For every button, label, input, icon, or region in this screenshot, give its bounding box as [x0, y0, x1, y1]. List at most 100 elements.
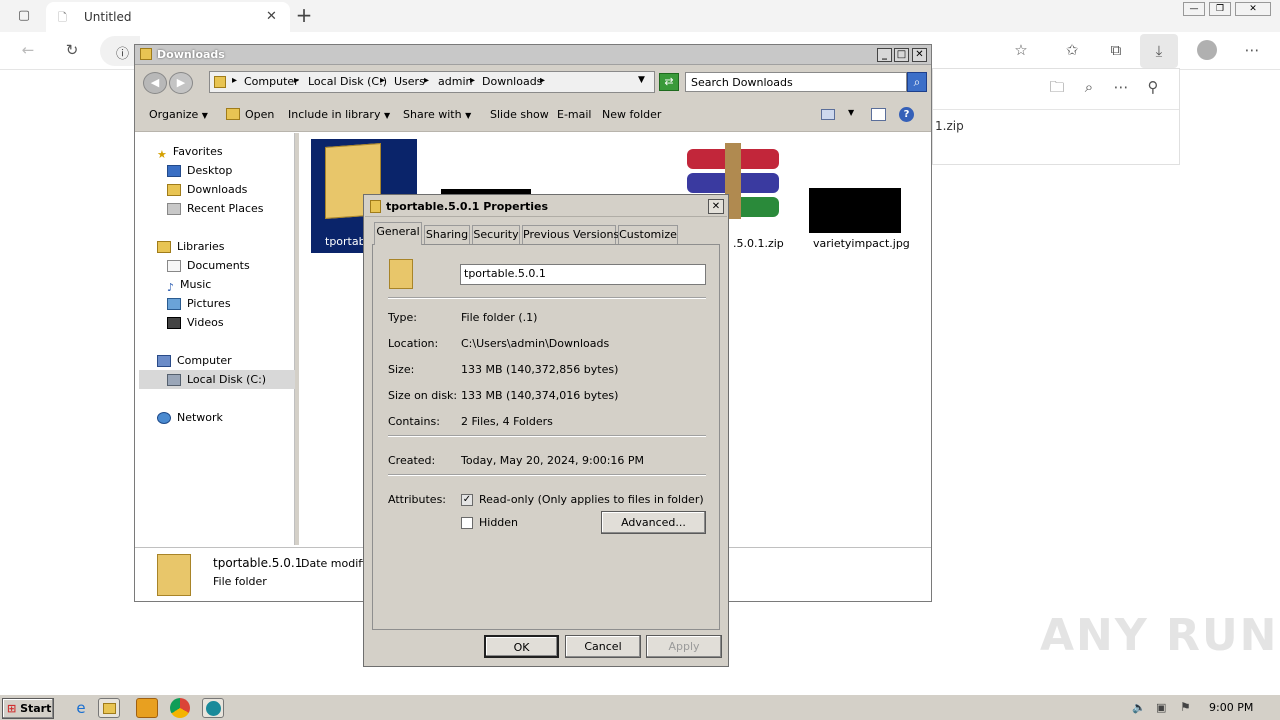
share-with-button[interactable]: Share with ▼: [403, 108, 471, 121]
email-button[interactable]: E-mail: [557, 108, 592, 121]
view-options-icon[interactable]: [821, 109, 835, 120]
apply-button[interactable]: Apply: [646, 635, 722, 658]
ok-button[interactable]: OK: [484, 635, 559, 658]
download-filename[interactable]: 1.zip: [935, 119, 964, 133]
info-icon[interactable]: ⓘ: [116, 43, 129, 62]
pin-icon[interactable]: ⚲: [1141, 75, 1165, 99]
image-thumbnail[interactable]: [809, 188, 901, 233]
breadcrumb-users[interactable]: Users: [394, 75, 425, 88]
favorites-icon[interactable]: ✩: [1060, 38, 1084, 62]
maximize-icon[interactable]: □: [894, 48, 909, 62]
panel-more-icon[interactable]: ⋯: [1109, 75, 1133, 99]
tab-previous-versions[interactable]: Previous Versions: [522, 225, 619, 245]
slideshow-button[interactable]: Slide show: [490, 108, 549, 121]
tab-customize[interactable]: Customize: [618, 225, 678, 245]
nav-pane-splitter[interactable]: [295, 133, 299, 545]
tab-general[interactable]: General: [374, 222, 422, 245]
nav-local-disk[interactable]: Local Disk (C:): [167, 371, 266, 389]
refresh-icon[interactable]: ⇄: [659, 73, 679, 91]
edge-taskbar-button[interactable]: [202, 698, 224, 718]
open-folder-icon[interactable]: 🗀: [1045, 75, 1069, 99]
browser-tab[interactable]: 🗋 Untitled ✕: [46, 2, 290, 32]
new-tab-icon[interactable]: +: [292, 3, 316, 27]
nav-recent-places[interactable]: Recent Places: [167, 200, 264, 218]
nav-libraries[interactable]: Libraries: [157, 238, 225, 256]
explorer-titlebar[interactable]: Downloads _ □ ✕: [135, 45, 931, 65]
nav-favorites-label: Favorites: [172, 145, 223, 158]
search-downloads-icon[interactable]: ⌕: [1077, 75, 1101, 99]
folder-name-input[interactable]: tportable.5.0.1: [460, 264, 706, 285]
more-options-icon[interactable]: ⋯: [1240, 38, 1264, 62]
close-tab-icon[interactable]: ✕: [266, 9, 277, 24]
preview-pane-icon[interactable]: [871, 108, 886, 121]
advanced-button[interactable]: Advanced...: [601, 511, 706, 534]
back-icon[interactable]: ←: [16, 38, 40, 62]
network-tray-icon[interactable]: ▣: [1156, 701, 1166, 714]
help-icon[interactable]: ?: [899, 107, 914, 122]
cancel-button[interactable]: Cancel: [565, 635, 641, 658]
breadcrumb-arrow-icon[interactable]: ▸: [424, 75, 429, 86]
search-input[interactable]: Search Downloads: [685, 72, 907, 92]
forward-icon[interactable]: ▶: [169, 72, 193, 94]
profile-avatar[interactable]: [1197, 40, 1217, 60]
nav-recent-label: Recent Places: [187, 202, 264, 215]
explorer-taskbar-button[interactable]: [98, 698, 120, 718]
nav-network[interactable]: Network: [157, 409, 223, 427]
breadcrumb-arrow-icon[interactable]: ▸: [380, 75, 385, 86]
close-browser-icon[interactable]: ✕: [1235, 2, 1271, 16]
tab-actions-icon[interactable]: ▢: [12, 4, 36, 28]
volume-icon[interactable]: 🔈: [1132, 701, 1146, 714]
nav-pictures[interactable]: Pictures: [167, 295, 231, 313]
nav-favorites[interactable]: ★ Favorites: [157, 143, 223, 161]
breadcrumb-downloads[interactable]: Downloads: [482, 75, 542, 88]
include-in-library-button[interactable]: Include in library ▼: [288, 108, 390, 121]
downloads-button[interactable]: ⤓: [1140, 34, 1178, 68]
browser-window-controls: — ❐ ✕: [1183, 2, 1275, 18]
breadcrumb-arrow-icon[interactable]: ▸: [540, 75, 545, 86]
breadcrumb-arrow-icon[interactable]: ▸: [470, 75, 475, 86]
breadcrumb-arrow-icon[interactable]: ▸: [232, 75, 237, 86]
browser-tab-title: Untitled: [84, 10, 132, 24]
search-icon[interactable]: ⌕: [907, 72, 927, 92]
nav-documents[interactable]: Documents: [167, 257, 250, 275]
nav-desktop[interactable]: Desktop: [167, 162, 232, 180]
organize-button[interactable]: Organize ▼: [149, 108, 208, 121]
minimize-icon[interactable]: _: [877, 48, 892, 62]
nav-downloads[interactable]: Downloads: [167, 181, 247, 199]
tab-security[interactable]: Security: [472, 225, 520, 245]
back-icon[interactable]: ◀: [143, 72, 167, 94]
chevron-down-icon[interactable]: ▼: [848, 108, 854, 117]
close-icon[interactable]: ✕: [912, 48, 927, 62]
breadcrumb-computer[interactable]: Computer: [244, 75, 299, 88]
restore-icon[interactable]: ❐: [1209, 2, 1231, 16]
breadcrumb-admin[interactable]: admin: [438, 75, 472, 88]
new-folder-button[interactable]: New folder: [602, 108, 661, 121]
refresh-icon[interactable]: ↻: [60, 38, 84, 62]
hidden-checkbox[interactable]: [461, 517, 473, 529]
nav-videos[interactable]: Videos: [167, 314, 224, 332]
breadcrumb-local-disk[interactable]: Local Disk (C:): [308, 75, 387, 88]
file-name-zip[interactable]: .5.0.1.zip: [733, 237, 784, 250]
tab-sharing[interactable]: Sharing: [424, 225, 470, 245]
readonly-checkbox[interactable]: ✓: [461, 494, 473, 506]
add-favorite-icon[interactable]: ☆: [1009, 38, 1033, 62]
start-button[interactable]: ⊞ Start: [2, 698, 54, 719]
flag-icon[interactable]: ⚑: [1180, 700, 1191, 714]
breadcrumb-arrow-icon[interactable]: ▸: [294, 75, 299, 86]
minimize-icon[interactable]: —: [1183, 2, 1205, 16]
address-dropdown-icon[interactable]: ▼: [638, 75, 645, 85]
clock[interactable]: 9:00 PM: [1209, 701, 1253, 714]
close-icon[interactable]: ✕: [708, 199, 724, 214]
nav-computer[interactable]: Computer: [157, 352, 232, 370]
properties-titlebar[interactable]: tportable.5.0.1 Properties ✕: [365, 196, 727, 217]
divider: [933, 109, 1179, 110]
open-button[interactable]: Open: [245, 108, 274, 121]
ie-icon[interactable]: e: [70, 698, 92, 718]
nav-music[interactable]: ♪ Music: [167, 276, 211, 294]
location-value: C:\Users\admin\Downloads: [461, 337, 610, 350]
chrome-icon[interactable]: [170, 698, 190, 718]
media-player-icon[interactable]: [136, 698, 158, 718]
address-bar[interactable]: ▸ Computer ▸ Local Disk (C:) ▸ Users ▸ a…: [209, 71, 655, 93]
collections-icon[interactable]: ⧉: [1104, 38, 1128, 62]
file-name-jpg[interactable]: varietyimpact.jpg: [813, 237, 910, 250]
